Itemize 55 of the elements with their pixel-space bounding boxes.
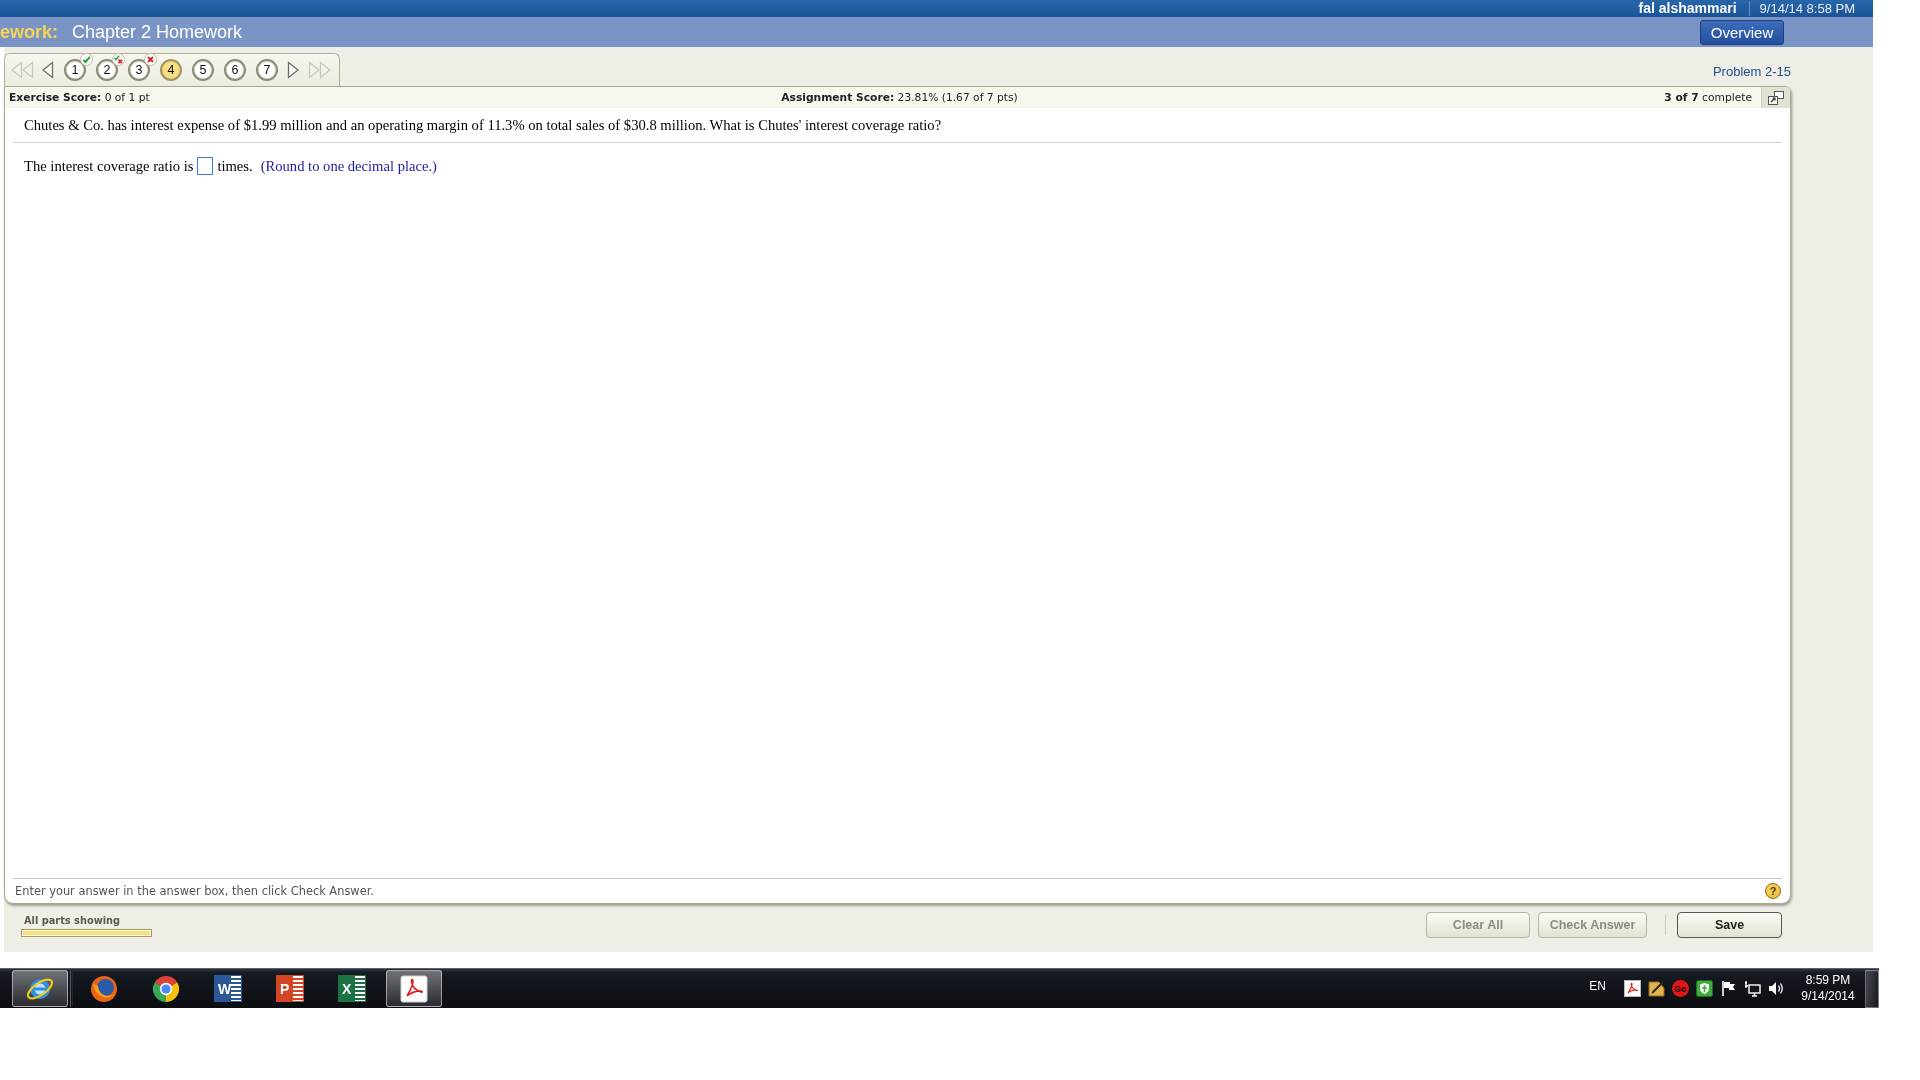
exercise-score-text: Exercise Score: 0 of 1 pt (9, 91, 151, 104)
shield-icon[interactable] (1696, 980, 1713, 997)
clock-time[interactable]: 8:59 PM (1805, 973, 1851, 988)
question-number-button[interactable]: 2 (96, 59, 118, 81)
parts-label: All parts showing (24, 915, 122, 926)
taskbar-app-button[interactable]: W (200, 970, 256, 1007)
assignment-score-text: Assignment Score: 23.81% (1.67 of 7 pts) (781, 91, 1018, 104)
fox-globe-icon (89, 973, 119, 1004)
question-number-button[interactable]: 3 (128, 59, 150, 81)
completion-text: 3 of 7 complete (1664, 91, 1752, 104)
problem-label: Problem 2-15 (1712, 64, 1791, 79)
popout-icon (1768, 90, 1784, 105)
question-text: Chutes & Co. has interest expense of $1.99 million and an operating margin of 11.3% on total sales of $30.8 million. What is Chutes' interest coverage ratio? (24, 117, 942, 133)
taskbar-app-button[interactable] (12, 970, 68, 1007)
rounding-hint: (Round to one decimal place.) (260, 157, 437, 175)
document-swirl-icon[interactable] (1624, 980, 1641, 997)
network-icon[interactable] (1744, 980, 1761, 997)
double-right-triangle-icon (308, 61, 332, 79)
answer-input[interactable] (197, 157, 214, 175)
question-number-button[interactable]: 7 (256, 59, 278, 81)
clock-date[interactable]: 9/14/2014 (1801, 989, 1855, 1004)
taskbar-app-button[interactable] (386, 970, 442, 1007)
right-triangle-icon (287, 61, 300, 79)
answer-prompt: The interest coverage ratio is (24, 157, 194, 175)
left-triangle-icon (42, 61, 55, 79)
next-question-button[interactable] (287, 60, 300, 80)
instruction-text: Enter your answer in the answer box, then click Check Answer. (15, 884, 374, 898)
flag-icon[interactable] (1720, 980, 1737, 997)
letter-logo: P (276, 975, 304, 1002)
letter-logo: W (214, 975, 242, 1002)
show-desktop-button[interactable] (1865, 969, 1879, 1008)
go-tray-button[interactable]: Go (1672, 980, 1689, 997)
question-number-button[interactable]: 5 (192, 59, 214, 81)
document-swirl-icon (400, 974, 428, 1003)
date-time-text: 9/14/14 8:58 PM (1759, 1, 1855, 16)
section-label: ework: (0, 21, 59, 43)
taskbar-app-button[interactable]: X (324, 970, 380, 1007)
previous-question-button[interactable] (42, 60, 55, 80)
double-left-triangle-icon (11, 61, 35, 79)
popout-button[interactable] (1761, 87, 1790, 108)
help-button[interactable]: ? (1765, 883, 1781, 899)
taskbar-app-button[interactable]: P (262, 970, 318, 1007)
assignment-title: Chapter 2 Homework (72, 21, 243, 43)
pen-icon[interactable] (1648, 980, 1665, 997)
question-number-button[interactable]: 1 (64, 59, 86, 81)
question-number-button[interactable]: 4 (160, 59, 182, 81)
letter-logo: X (338, 975, 366, 1002)
speaker-icon[interactable] (1768, 980, 1785, 997)
answer-unit: times. (217, 157, 253, 175)
overview-button[interactable]: Overview (1700, 19, 1784, 45)
question-number-button[interactable]: 6 (224, 59, 246, 81)
user-name: fal alshammari (1638, 1, 1750, 16)
language-indicator[interactable]: EN (1589, 978, 1606, 993)
save-button[interactable]: Save (1677, 912, 1782, 938)
segmented-circle-icon (151, 973, 181, 1004)
